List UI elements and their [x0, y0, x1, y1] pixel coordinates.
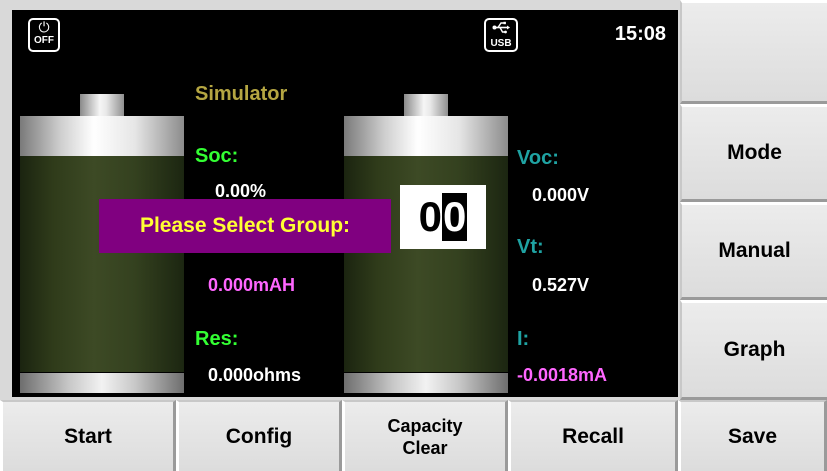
mode-button[interactable]: Mode [680, 104, 827, 202]
battery-terminal [404, 94, 448, 116]
capacity-clear-button[interactable]: Capacity Clear [342, 400, 508, 471]
battery-top-band [344, 116, 508, 156]
select-group-prompt: Please Select Group: [99, 199, 391, 253]
softkey-blank[interactable] [680, 0, 827, 104]
battery-body [20, 156, 184, 372]
power-off-label: OFF [34, 35, 54, 46]
capacity-value: 0.000mAH [208, 275, 296, 295]
group-number-input[interactable]: 00 [400, 185, 486, 249]
status-bar: ⏻ OFF USB 15:08 [12, 10, 678, 62]
usb-trident-icon [492, 21, 510, 34]
battery-terminal [80, 94, 124, 116]
save-button[interactable]: Save [678, 400, 827, 471]
power-symbol-icon: ⏻ [38, 20, 50, 36]
usb-label: USB [490, 38, 512, 49]
current-label: I: [517, 328, 530, 350]
capacity-clear-line1: Capacity [387, 415, 463, 436]
battery-bottom-band [20, 373, 184, 393]
usb-icon: USB [484, 18, 518, 52]
graph-button[interactable]: Graph [680, 300, 827, 400]
mode-title: Simulator [195, 83, 288, 105]
battery-top-band [20, 116, 184, 156]
current-value: -0.0018mA [517, 365, 608, 385]
instrument-ui: ⏻ OFF USB 15:08 Simulator Soc: 0.00% 0.0… [0, 0, 827, 471]
vt-value: 0.527V [532, 275, 590, 295]
battery-bottom-band [344, 373, 508, 393]
voc-label: Voc: [517, 147, 559, 169]
capacity-clear-label: Capacity Clear [387, 415, 462, 459]
usb-symbol-icon [486, 21, 516, 38]
manual-button[interactable]: Manual [680, 202, 827, 300]
group-digit-first: 0 [418, 193, 442, 240]
power-off-icon[interactable]: ⏻ OFF [28, 18, 60, 52]
soc-label: Soc: [195, 145, 239, 167]
voc-value: 0.000V [532, 185, 590, 205]
res-label: Res: [195, 328, 239, 350]
start-button[interactable]: Start [0, 400, 176, 471]
recall-button[interactable]: Recall [508, 400, 678, 471]
group-digit-cursor[interactable]: 0 [442, 193, 468, 241]
clock: 15:08 [614, 23, 666, 45]
capacity-clear-line2: Clear [402, 437, 448, 458]
display-screen: ⏻ OFF USB 15:08 Simulator Soc: 0.00% 0.0… [12, 10, 678, 397]
config-button[interactable]: Config [176, 400, 342, 471]
vt-label: Vt: [517, 236, 544, 258]
res-value: 0.000ohms [208, 365, 302, 385]
